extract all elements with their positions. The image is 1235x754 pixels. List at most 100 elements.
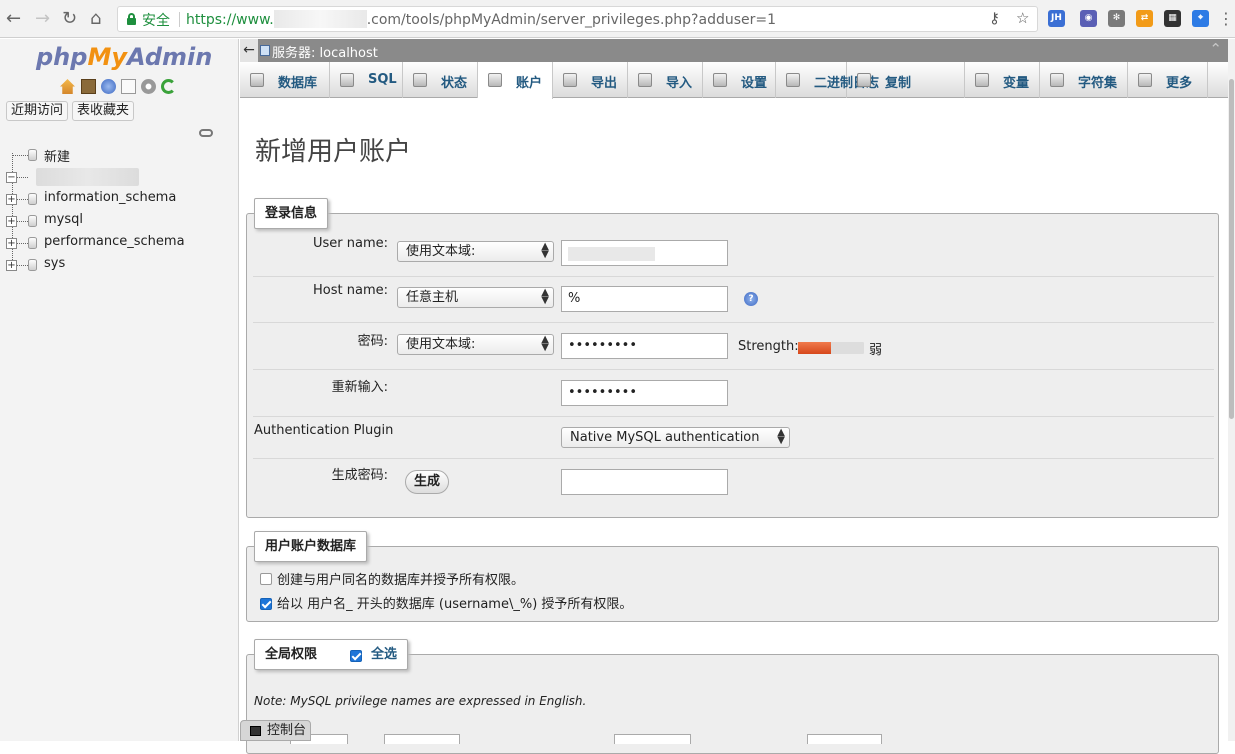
extension-icon[interactable]: ✻ xyxy=(1108,10,1125,27)
home-icon[interactable] xyxy=(60,79,75,94)
password-type-select[interactable]: 使用文本域: ▲ ▼ xyxy=(397,334,554,355)
reenter-password-input[interactable]: ••••••••• xyxy=(561,380,728,406)
extension-icon[interactable]: JH xyxy=(1048,10,1065,27)
console-toggle[interactable]: 控制台 xyxy=(240,720,311,741)
extension-icon[interactable]: ◉ xyxy=(1080,10,1097,27)
database-icon xyxy=(28,259,37,271)
auth-plugin-select[interactable]: Native MySQL authentication ▲ ▼ xyxy=(561,427,790,448)
password-row: 密码: 使用文本域: ▲ ▼ ••••••••• Strength: 弱 xyxy=(253,323,1214,370)
tab-sql[interactable]: SQL xyxy=(330,62,403,98)
collapse-top-icon[interactable]: ⌃ xyxy=(1209,40,1222,58)
select-all-checkbox[interactable] xyxy=(350,650,362,662)
import-icon xyxy=(638,73,652,87)
home-icon[interactable]: ⌂ xyxy=(90,8,101,30)
redacted-domain xyxy=(273,10,367,28)
tab-label: SQL xyxy=(368,72,397,87)
tree-item-new[interactable]: 新建 xyxy=(6,145,236,165)
sql-icon xyxy=(340,73,354,87)
user-name-type-select[interactable]: 使用文本域: ▲ ▼ xyxy=(397,241,554,262)
login-info-legend: 登录信息 xyxy=(254,198,329,229)
scrollbar-thumb[interactable] xyxy=(1229,79,1234,419)
reload-icon[interactable] xyxy=(161,79,176,94)
extension-icon[interactable]: ⌖ xyxy=(1192,10,1209,27)
phpmyadmin-logo[interactable]: phpMyAdmin xyxy=(36,43,212,71)
console-label: 控制台 xyxy=(267,723,307,738)
tree-item-redacted[interactable]: − xyxy=(6,167,236,187)
expand-icon[interactable]: + xyxy=(6,238,17,249)
collapse-icon[interactable]: − xyxy=(6,172,17,183)
url-path: .com/tools/phpMyAdmin/server_privileges.… xyxy=(366,12,777,28)
tab-status[interactable]: 状态 xyxy=(403,62,478,98)
tab-import[interactable]: 导入 xyxy=(628,62,703,98)
accounts-icon xyxy=(488,73,502,87)
tab-replication[interactable]: 复制 xyxy=(847,62,965,98)
menu-icon[interactable]: ⋮ xyxy=(1218,8,1234,30)
settings-icon[interactable] xyxy=(141,79,156,94)
strength-fill xyxy=(798,342,831,354)
help-icon[interactable]: ? xyxy=(744,292,758,306)
tree-item-db[interactable]: + mysql xyxy=(6,211,236,231)
database-name[interactable]: mysql xyxy=(44,212,83,227)
password-input[interactable]: ••••••••• xyxy=(561,333,728,359)
generate-password-button[interactable]: 生成 xyxy=(405,470,450,494)
star-icon[interactable]: ☆ xyxy=(1016,9,1029,27)
charset-icon xyxy=(1050,73,1064,87)
url-text[interactable]: https://www. .com/tools/phpMyAdmin/server… xyxy=(186,10,776,28)
tab-variables[interactable]: 变量 xyxy=(965,62,1040,98)
tab-label: 状态 xyxy=(441,76,468,91)
console-icon xyxy=(250,726,261,736)
database-name[interactable]: performance_schema xyxy=(44,234,185,249)
privilege-group-box xyxy=(614,734,691,744)
server-breadcrumb[interactable]: 服务器: localhost xyxy=(272,42,378,61)
user-database-fieldset: 用户账户数据库 创建与用户同名的数据库并授予所有权限。 给以 用户名_ 开头的数… xyxy=(246,531,1219,622)
host-type-select[interactable]: 任意主机 ▲ ▼ xyxy=(397,287,554,308)
tab-database[interactable]: 数据库 xyxy=(240,62,330,98)
tab-binlog[interactable]: 二进制日志 xyxy=(776,62,879,98)
forward-icon[interactable]: → xyxy=(35,8,50,30)
generated-password-input[interactable] xyxy=(561,469,728,495)
docs-icon[interactable] xyxy=(121,79,136,94)
favorites-button[interactable]: 表收藏夹 xyxy=(72,101,135,121)
collapse-sidebar-icon[interactable]: ← xyxy=(240,39,258,62)
page-scrollbar[interactable] xyxy=(1228,39,1235,741)
tab-label: 变量 xyxy=(1003,76,1030,91)
back-icon[interactable]: ← xyxy=(6,8,21,30)
help-icon[interactable] xyxy=(101,79,116,94)
new-label[interactable]: 新建 xyxy=(44,146,70,165)
database-name[interactable]: sys xyxy=(44,256,65,271)
tab-export[interactable]: 导出 xyxy=(553,62,628,98)
grant-wildcard-label[interactable]: 给以 用户名_ 开头的数据库 (username\_%) 授予所有权限。 xyxy=(277,593,632,612)
variables-icon xyxy=(975,73,989,87)
logout-icon[interactable] xyxy=(81,79,96,94)
link-icon[interactable] xyxy=(199,129,213,137)
user-database-legend: 用户账户数据库 xyxy=(254,531,368,562)
tab-label: 更多 xyxy=(1166,76,1193,91)
extension-icon[interactable]: ⇄ xyxy=(1136,10,1153,27)
expand-icon[interactable]: + xyxy=(6,216,17,227)
select-all-label[interactable]: 全选 xyxy=(371,640,397,669)
reload-icon[interactable]: ↻ xyxy=(62,8,77,30)
user-name-input[interactable] xyxy=(561,240,728,266)
grant-wildcard-checkbox[interactable] xyxy=(260,598,272,610)
generate-password-row: 生成密码: 生成 xyxy=(253,459,1214,505)
tab-more[interactable]: 更多 xyxy=(1128,62,1208,98)
create-db-checkbox[interactable] xyxy=(260,573,272,585)
database-name[interactable]: information_schema xyxy=(44,190,176,205)
recent-button[interactable]: 近期访问 xyxy=(6,101,69,121)
host-name-input[interactable]: % xyxy=(561,286,728,312)
page-title: 新增用户账户 xyxy=(255,137,412,167)
tab-charset[interactable]: 字符集 xyxy=(1040,62,1128,98)
tab-accounts[interactable]: 账户 xyxy=(478,62,553,99)
tab-settings[interactable]: 设置 xyxy=(703,62,776,98)
expand-icon[interactable]: + xyxy=(6,194,17,205)
tree-item-db[interactable]: + performance_schema xyxy=(6,233,236,253)
tree-item-db[interactable]: + information_schema xyxy=(6,189,236,209)
auth-plugin-label: Authentication Plugin xyxy=(254,423,394,438)
create-db-label[interactable]: 创建与用户同名的数据库并授予所有权限。 xyxy=(277,569,524,588)
key-icon[interactable]: ⚷ xyxy=(989,9,1000,27)
expand-icon[interactable]: + xyxy=(6,260,17,271)
address-bar[interactable]: 安全 https://www. .com/tools/phpMyAdmin/ser… xyxy=(117,6,1038,32)
extension-icon[interactable]: ▦ xyxy=(1164,10,1181,27)
tree-item-db[interactable]: + sys xyxy=(6,255,236,275)
new-db-icon xyxy=(28,149,37,161)
